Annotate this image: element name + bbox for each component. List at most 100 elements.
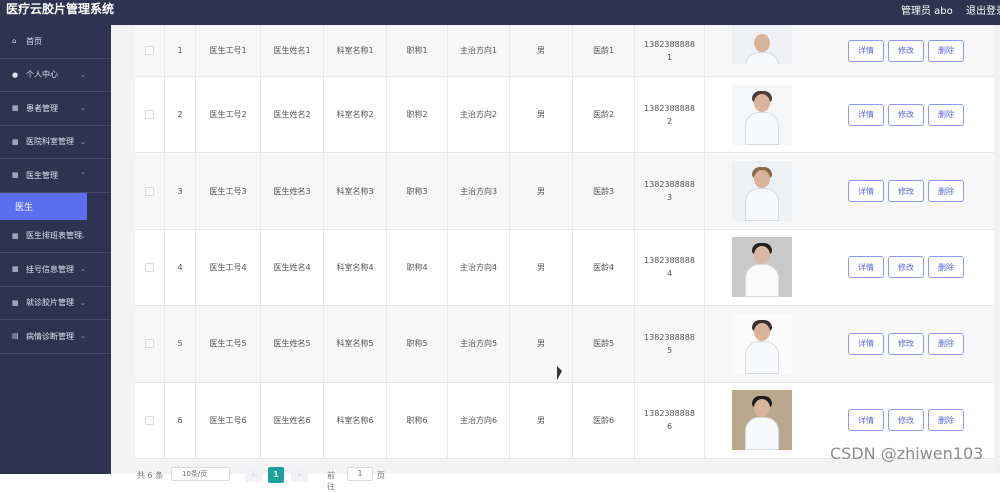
row-checkbox[interactable]: [145, 339, 154, 349]
years-of-practice: 医龄4: [573, 229, 635, 306]
edit-button[interactable]: 修改: [888, 103, 924, 126]
delete-button[interactable]: 删除: [928, 409, 964, 432]
edit-button[interactable]: 修改: [888, 409, 924, 432]
chevron-down-icon: ⌄: [80, 298, 86, 307]
gender: 男: [510, 306, 573, 382]
row-index: 3: [165, 153, 196, 229]
department-name: 科室名称4: [324, 229, 387, 306]
table-row: 1 医生工号1 医生姓名1 科室名称1 职称1 主治方向1 男 医龄1 1382…: [135, 25, 996, 77]
phone-number: 1382388888: [644, 180, 695, 190]
doctor-id: 医生工号5: [196, 306, 261, 382]
total-count: 共 6 条: [137, 471, 164, 480]
chevron-down-icon: ⌄: [80, 70, 86, 79]
chevron-down-icon: ⌄: [80, 137, 86, 146]
delete-button[interactable]: 删除: [928, 180, 964, 203]
detail-button[interactable]: 详情: [848, 103, 884, 126]
doctor-photo: [731, 25, 792, 64]
table-row: 2 医生工号2 医生姓名2 科室名称2 职称2 主治方向2 男 医龄2 1382…: [135, 77, 996, 154]
doctor-name: 医生姓名3: [261, 153, 324, 229]
sidebar-item-patient-management[interactable]: ▦ 患者管理 ⌄: [0, 92, 111, 126]
row-checkbox[interactable]: [145, 262, 154, 272]
phone-number: 1382388888: [644, 409, 695, 419]
user-icon: ●: [12, 70, 19, 79]
home-icon: ⌂: [12, 37, 17, 46]
sidebar-item-label: 病情诊断管理: [26, 331, 74, 341]
row-checkbox[interactable]: [145, 110, 154, 120]
doctor-id: 医生工号3: [196, 153, 261, 229]
doctor-title: 职称4: [387, 229, 448, 306]
doctor-table: 1 医生工号1 医生姓名1 科室名称1 职称1 主治方向1 男 医龄1 1382…: [135, 25, 996, 459]
table-row: 4 医生工号4 医生姓名4 科室名称4 职称4 主治方向4 男 医龄4 1382…: [135, 229, 996, 307]
sidebar-item-label: 首页: [26, 36, 42, 46]
edit-button[interactable]: 修改: [888, 180, 924, 203]
detail-button[interactable]: 详情: [848, 409, 884, 432]
sidebar-item-department-management[interactable]: ▦ 医院科室管理 ⌄: [0, 126, 111, 159]
delete-button[interactable]: 删除: [928, 39, 964, 62]
doctor-id: 医生工号4: [196, 229, 261, 306]
specialty: 主治方向1: [448, 25, 510, 76]
detail-button[interactable]: 详情: [848, 256, 884, 279]
grid-icon: ▦: [12, 171, 19, 180]
years-of-practice: 医龄3: [573, 153, 635, 229]
page-scrollbar[interactable]: [994, 25, 1000, 474]
doc-icon: ▤: [12, 332, 19, 341]
row-index: 4: [165, 229, 196, 306]
sidebar-item-diagnosis-management[interactable]: ▤ 病情诊断管理 ⌄: [0, 320, 111, 354]
edit-button[interactable]: 修改: [888, 256, 924, 279]
doctor-title: 职称1: [387, 25, 448, 76]
phone-number-tail: 5: [666, 345, 673, 355]
specialty: 主治方向5: [448, 306, 510, 382]
sidebar-item-registration-management[interactable]: ▦ 挂号信息管理 ⌄: [0, 253, 111, 287]
sidebar-item-film-management[interactable]: ▦ 就诊胶片管理 ⌄: [0, 287, 111, 320]
delete-button[interactable]: 删除: [928, 256, 964, 279]
gender: 男: [510, 229, 573, 306]
doctor-id: 医生工号6: [196, 382, 261, 458]
goto-page-input[interactable]: 1: [347, 467, 373, 481]
detail-button[interactable]: 详情: [848, 332, 884, 355]
phone-number: 1382388888: [644, 256, 695, 266]
delete-button[interactable]: 删除: [928, 332, 964, 355]
chevron-up-icon: ⌃: [80, 171, 86, 179]
doctor-name: 医生姓名5: [261, 306, 324, 382]
row-index: 6: [165, 382, 196, 458]
top-bar: 医疗云胶片管理系统 管理员 abo 退出登录: [0, 0, 1000, 25]
gender: 男: [510, 77, 573, 153]
detail-button[interactable]: 详情: [848, 39, 884, 62]
sidebar-item-label: 就诊胶片管理: [26, 298, 74, 308]
years-of-practice: 医龄2: [573, 77, 635, 153]
table-row: 5 医生工号5 医生姓名5 科室名称5 职称5 主治方向5 男 医龄5 1382…: [135, 306, 996, 383]
grid-icon: ▦: [12, 104, 19, 113]
doctor-name: 医生姓名2: [261, 77, 324, 153]
page-number-current[interactable]: 1: [268, 467, 284, 483]
table-row: 3 医生工号3 医生姓名3 科室名称3 职称3 主治方向3 男 医龄3 1382…: [135, 153, 996, 230]
sidebar-item-label: 患者管理: [26, 103, 58, 113]
chevron-down-icon: ⌄: [80, 332, 86, 340]
phone-number: 1382388888: [644, 103, 695, 113]
sidebar-subitem-doctor[interactable]: 医生: [0, 192, 87, 220]
grid-icon: ▦: [12, 231, 19, 240]
sidebar-item-personal-center[interactable]: ● 个人中心 ⌄: [0, 59, 111, 92]
department-name: 科室名称6: [324, 382, 387, 458]
sidebar-item-schedule-management[interactable]: ▦ 医生排班表管理 ⌄: [0, 220, 111, 253]
row-checkbox[interactable]: [145, 186, 154, 196]
page-size-select[interactable]: 10条/页: [171, 467, 230, 481]
doctor-id: 医生工号2: [196, 77, 261, 153]
row-checkbox[interactable]: [145, 46, 154, 55]
next-page-button[interactable]: ›: [291, 467, 308, 482]
sidebar-item-doctor-management[interactable]: ▦ 医生管理 ⌃: [0, 159, 111, 193]
doctor-title: 职称2: [387, 77, 448, 153]
logout-link[interactable]: 退出登录: [966, 2, 1000, 17]
doctor-photo: [731, 313, 792, 374]
detail-button[interactable]: 详情: [848, 180, 884, 203]
edit-button[interactable]: 修改: [888, 332, 924, 355]
years-of-practice: 医龄5: [573, 306, 635, 382]
row-checkbox[interactable]: [145, 415, 154, 425]
edit-button[interactable]: 修改: [888, 39, 924, 62]
doctor-title: 职称5: [387, 306, 448, 382]
doctor-photo: [731, 237, 792, 298]
delete-button[interactable]: 删除: [928, 103, 964, 126]
prev-page-button[interactable]: ‹: [245, 467, 262, 482]
goto-unit: 页: [377, 471, 385, 480]
watermark: CSDN @zhiwen103: [830, 444, 984, 463]
sidebar-item-home[interactable]: ⌂ 首页: [0, 25, 111, 59]
